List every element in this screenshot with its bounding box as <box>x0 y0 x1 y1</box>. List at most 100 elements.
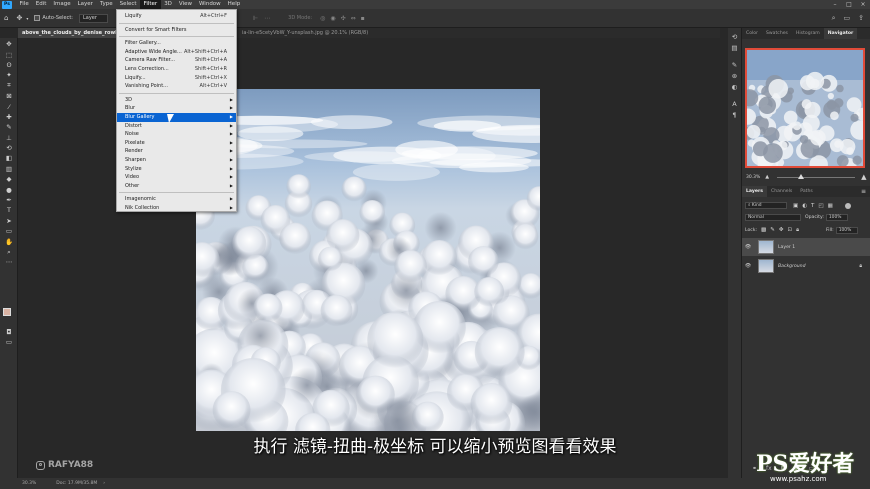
visibility-eye-icon[interactable]: 👁︎ <box>742 263 754 269</box>
fill-field[interactable]: 100% <box>835 227 858 234</box>
type-tool-icon[interactable]: T <box>0 205 18 215</box>
visibility-eye-icon[interactable]: 👁︎ <box>742 244 754 250</box>
pen-tool-icon[interactable]: ✒ <box>0 195 18 205</box>
filter-menu-item-video[interactable]: Video ▶ <box>117 173 236 182</box>
opacity-field[interactable]: 100% <box>825 214 848 221</box>
clone-source-icon[interactable]: ⊛ <box>728 71 741 82</box>
lock-position-icon[interactable]: ✥ <box>779 227 784 234</box>
zoom-in-icon[interactable]: ▲ <box>861 173 866 181</box>
panel-tab-layers[interactable]: Layers <box>742 186 767 197</box>
maximize-button[interactable]: □ <box>842 0 856 9</box>
healing-brush-icon[interactable]: ✚ <box>0 112 18 122</box>
close-button[interactable]: × <box>856 0 870 9</box>
filter-menu-item-other[interactable]: Other ▶ <box>117 182 236 191</box>
clone-stamp-icon[interactable]: ⊥ <box>0 133 18 143</box>
quick-mask-icon[interactable]: ◘ <box>0 327 18 337</box>
move-tool-icon[interactable]: ✥ <box>16 14 22 22</box>
quick-select-icon[interactable]: ✦ <box>0 70 18 80</box>
filter-menu-item-liquify[interactable]: Liquify Alt+Ctrl+F <box>117 12 236 21</box>
align-icon[interactable]: ⊩ <box>253 15 258 22</box>
roll-icon[interactable]: ◉ <box>330 15 335 22</box>
marquee-tool-icon[interactable]: ⬚ <box>0 49 18 59</box>
menu-3d[interactable]: 3D <box>161 0 176 9</box>
filter-menu-item-blur-gallery[interactable]: Blur Gallery ▶ <box>117 113 236 122</box>
document-canvas-clouds[interactable] <box>196 89 540 431</box>
menu-help[interactable]: Help <box>224 0 244 9</box>
layer-name[interactable]: Background <box>778 264 806 269</box>
hand-tool-icon[interactable]: ✋ <box>0 236 18 246</box>
move-tool-icon[interactable]: ✥ <box>0 39 18 49</box>
paragraph-icon[interactable]: ¶ <box>728 110 741 121</box>
navigator-zoom-slider[interactable] <box>777 173 856 179</box>
character-icon[interactable]: A <box>728 99 741 110</box>
brush-settings-icon[interactable]: ✎ <box>728 60 741 71</box>
menu-image[interactable]: Image <box>50 0 74 9</box>
home-icon[interactable]: ⌂ <box>4 14 8 22</box>
slide-icon[interactable]: ⇔ <box>351 15 356 22</box>
menu-filter[interactable]: Filter <box>140 0 161 9</box>
distribute-icon[interactable]: ⋯ <box>264 15 270 22</box>
gradient-tool-icon[interactable]: ▥ <box>0 164 18 174</box>
lock-transparent-icon[interactable]: ▩ <box>761 227 766 234</box>
layer-name[interactable]: Layer 1 <box>778 245 795 250</box>
filter-menu-item-liquify[interactable]: Liquify... Shift+Ctrl+X <box>117 74 236 83</box>
filter-pixel-icon[interactable]: ▣ <box>793 203 798 209</box>
history-icon[interactable]: ⟲ <box>728 32 741 43</box>
panel-tab-paths[interactable]: Paths <box>796 186 817 197</box>
filter-menu-item-blur[interactable]: Blur ▶ <box>117 104 236 113</box>
pan-icon[interactable]: ✣ <box>341 15 346 22</box>
menu-layer[interactable]: Layer <box>74 0 96 9</box>
filter-type-icon[interactable]: T <box>811 203 814 209</box>
share-icon[interactable]: ⇪ <box>858 14 864 23</box>
eyedropper-icon[interactable]: ⁄ <box>0 101 18 111</box>
filter-menu-item-3d[interactable]: 3D ▶ <box>117 96 236 105</box>
menu-select[interactable]: Select <box>116 0 140 9</box>
filter-menu-item-adaptive-wide-angle[interactable]: Adaptive Wide Angle... Alt+Shift+Ctrl+A <box>117 48 236 57</box>
lasso-tool-icon[interactable]: ʘ <box>0 60 18 70</box>
eraser-tool-icon[interactable]: ◧ <box>0 153 18 163</box>
filter-menu-item-sharpen[interactable]: Sharpen ▶ <box>117 156 236 165</box>
filter-menu-item-vanishing-point[interactable]: Vanishing Point... Alt+Ctrl+V <box>117 82 236 91</box>
panel-tab-histogram[interactable]: Histogram <box>792 28 824 39</box>
status-zoom[interactable]: 30.3% <box>22 481 36 486</box>
lock-pixels-icon[interactable]: ✎ <box>770 227 775 234</box>
panel-tab-navigator[interactable]: Navigator <box>823 28 858 39</box>
panel-tab-channels[interactable]: Channels <box>767 186 796 197</box>
orbit-icon[interactable]: ◎ <box>320 15 325 22</box>
document-tab-active[interactable]: above_the_clouds_by_denise_rowlands_d <box>18 28 124 38</box>
chevron-right-icon[interactable]: › <box>103 481 105 486</box>
panel-tab-color[interactable]: Color <box>742 28 762 39</box>
navigator-thumbnail[interactable] <box>745 48 865 168</box>
filter-menu-item-pixelate[interactable]: Pixelate ▶ <box>117 139 236 148</box>
filter-menu-item-stylize[interactable]: Stylize ▶ <box>117 165 236 174</box>
filter-menu-item-distort[interactable]: Distort ▶ <box>117 122 236 131</box>
shape-tool-icon[interactable]: ▭ <box>0 226 18 236</box>
filter-smart-icon[interactable]: ▦ <box>828 203 833 209</box>
slider-knob[interactable] <box>797 173 804 179</box>
filter-menu-item-convert-for-smart-filters[interactable]: Convert for Smart Filters <box>117 26 236 35</box>
menu-view[interactable]: View <box>175 0 195 9</box>
zoom-out-icon[interactable]: ▲ <box>765 174 769 180</box>
menu-edit[interactable]: Edit <box>32 0 50 9</box>
filter-menu-item-noise[interactable]: Noise ▶ <box>117 130 236 139</box>
menu-file[interactable]: File <box>16 0 32 9</box>
filter-adjustment-icon[interactable]: ◐ <box>802 203 807 209</box>
lock-artboard-icon[interactable]: ⊡ <box>787 227 792 234</box>
layer-row-layer-1[interactable]: 👁︎ Layer 1 <box>742 238 870 256</box>
menu-window[interactable]: Window <box>195 0 224 9</box>
filter-shape-icon[interactable]: ◰ <box>818 203 823 209</box>
filter-menu-item-nik-collection[interactable]: Nik Collection ▶ <box>117 204 236 213</box>
filter-menu-item-lens-correction[interactable]: Lens Correction... Shift+Ctrl+R <box>117 65 236 74</box>
zoom-tool-icon[interactable]: ⌕ <box>0 247 18 257</box>
filter-menu-item-filter-gallery[interactable]: Filter Gallery... <box>117 39 236 48</box>
filter-menu-item-camera-raw-filter[interactable]: Camera Raw Filter... Shift+Ctrl+A <box>117 56 236 65</box>
blur-tool-icon[interactable]: ◆ <box>0 174 18 184</box>
path-select-icon[interactable]: ➤ <box>0 216 18 226</box>
auto-select-target-dropdown[interactable]: Layer <box>78 13 108 23</box>
workspace-icon[interactable]: ▭ <box>844 14 851 23</box>
history-brush-icon[interactable]: ⟲ <box>0 143 18 153</box>
navigator-zoom-value[interactable]: 30.3% <box>746 175 760 180</box>
document-tab[interactable]: ia-lin-e5cetyVbW_Y-unsplash.jpg @ 20.1% … <box>238 28 372 38</box>
search-icon[interactable]: ⌕ <box>832 14 836 23</box>
panel-menu-icon[interactable]: ≡ <box>861 188 866 195</box>
